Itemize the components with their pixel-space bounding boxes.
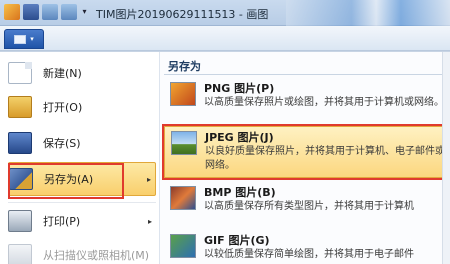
quick-save-icon[interactable]	[23, 4, 39, 20]
heading-divider	[164, 74, 444, 75]
option-description: 以高质量保存照片或绘图，并将其用于计算机或网络。	[204, 97, 444, 108]
save-as-submenu: 另存为 PNG 图片(P) 以高质量保存照片或绘图，并将其用于计算机或网络。 J…	[160, 52, 450, 264]
bmp-image-icon	[170, 186, 196, 210]
save-as-gif[interactable]: GIF 图片(G) 以较低质量保存简单绘图，并将其用于电子邮件	[164, 230, 446, 264]
file-menu-commands: 新建(N) 打开(O) 保存(S) 另存为(A) ▸ 打印(P) ▸ 从扫描仪或…	[0, 52, 160, 264]
paint-app-icon[interactable]	[4, 4, 20, 20]
save-as-bmp[interactable]: BMP 图片(B) 以高质量保存所有类型图片，并将其用于计算机	[164, 182, 446, 226]
menu-item-new[interactable]: 新建(N)	[8, 56, 156, 90]
option-title: BMP 图片(B)	[204, 186, 276, 199]
qat-dropdown-icon[interactable]: ▾	[80, 4, 89, 20]
quick-access-toolbar: ▾	[4, 4, 89, 20]
window-title: TIM图片20190629111513 - 画图	[96, 8, 269, 21]
menu-item-label: 另存为(A)	[44, 173, 94, 186]
redo-icon[interactable]	[61, 4, 77, 20]
save-as-icon	[9, 168, 33, 190]
scanner-icon	[8, 244, 32, 264]
undo-icon[interactable]	[42, 4, 58, 20]
file-menu-panel: 新建(N) 打开(O) 保存(S) 另存为(A) ▸ 打印(P) ▸ 从扫描仪或…	[0, 51, 450, 264]
background-desktop-strip	[286, 0, 450, 26]
menu-item-from-scanner: 从扫描仪或照相机(M)	[8, 238, 156, 264]
jpeg-image-icon	[171, 131, 197, 155]
ribbon-bar: ▾	[0, 26, 450, 51]
file-menu-icon	[14, 34, 27, 44]
menu-item-save-as[interactable]: 另存为(A) ▸	[8, 162, 156, 196]
menu-item-label: 保存(S)	[43, 137, 81, 150]
menu-item-save[interactable]: 保存(S)	[8, 126, 156, 160]
menu-separator	[8, 202, 156, 203]
option-title: PNG 图片(P)	[204, 82, 275, 95]
menu-item-print[interactable]: 打印(P) ▸	[8, 204, 156, 238]
menu-item-label: 打开(O)	[43, 101, 83, 114]
menu-item-label: 打印(P)	[43, 215, 81, 228]
menu-item-label: 从扫描仪或照相机(M)	[43, 249, 150, 262]
submenu-scrollbar[interactable]	[442, 52, 450, 264]
file-menu-button[interactable]: ▾	[4, 29, 44, 49]
menu-item-label: 新建(N)	[43, 67, 82, 80]
menu-item-open[interactable]: 打开(O)	[8, 90, 156, 124]
title-bar: ▾ TIM图片20190629111513 - 画图	[0, 0, 450, 26]
option-title: JPEG 图片(J)	[205, 131, 274, 144]
submenu-heading: 另存为	[168, 60, 201, 73]
save-disk-icon	[8, 132, 32, 154]
option-description: 以高质量保存所有类型图片，并将其用于计算机	[204, 201, 414, 212]
option-description: 以较低质量保存简单绘图，并将其用于电子邮件	[204, 249, 414, 260]
save-as-jpeg[interactable]: JPEG 图片(J) 以良好质量保存照片，并将其用于计算机、电子邮件或网络。	[164, 126, 446, 178]
png-image-icon	[170, 82, 196, 106]
option-title: GIF 图片(G)	[204, 234, 270, 247]
open-folder-icon	[8, 96, 32, 118]
option-description: 以良好质量保存照片，并将其用于计算机、电子邮件或网络。	[205, 146, 445, 171]
gif-image-icon	[170, 234, 196, 258]
chevron-down-icon: ▾	[30, 35, 34, 43]
submenu-arrow-icon: ▸	[146, 174, 151, 184]
printer-icon	[8, 210, 32, 232]
save-as-png[interactable]: PNG 图片(P) 以高质量保存照片或绘图，并将其用于计算机或网络。	[164, 78, 446, 122]
new-document-icon	[8, 62, 32, 84]
submenu-arrow-icon: ▸	[147, 216, 152, 226]
